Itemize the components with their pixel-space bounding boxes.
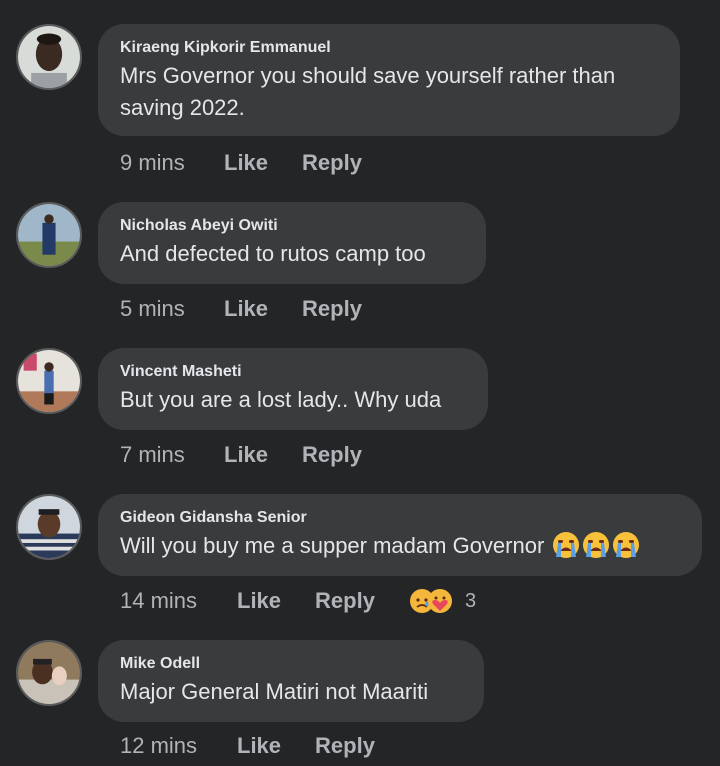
reaction-summary[interactable]: 3 [409,588,476,614]
comment-bubble: Kiraeng Kipkorir Emmanuel Mrs Governor y… [98,24,680,136]
reaction-count: 3 [464,589,477,612]
crying-face-icon [613,532,640,558]
like-button[interactable]: Like [237,588,281,614]
comment-bubble: Nicholas Abeyi Owiti And defected to rut… [98,202,486,284]
comment-author[interactable]: Vincent Masheti [120,362,466,382]
reply-button[interactable]: Reply [315,733,375,759]
comment-bubble: Mike Odell Major General Matiri not Maar… [98,640,484,722]
avatar[interactable] [16,494,82,560]
comment-author[interactable]: Kiraeng Kipkorir Emmanuel [120,38,658,58]
like-button[interactable]: Like [237,733,281,759]
comment-text-content: Will you buy me a supper madam Governor [120,533,545,558]
comment-actions: 12 mins Like Reply [120,733,375,759]
comment-text: Major General Matiri not Maariti [120,679,429,704]
comment-text: Mrs Governor you should save yourself ra… [120,63,616,120]
reply-button[interactable]: Reply [302,150,362,176]
reply-button[interactable]: Reply [315,588,375,614]
comment-timestamp[interactable]: 12 mins [120,733,237,759]
comment-actions: 14 mins Like Reply 3 [120,588,476,614]
like-button[interactable]: Like [224,296,268,322]
comment-text: But you are a lost lady.. Why uda [120,387,442,412]
reply-button[interactable]: Reply [302,442,362,468]
comment-bubble: Vincent Masheti But you are a lost lady.… [98,348,488,430]
comment-timestamp[interactable]: 9 mins [120,150,224,176]
avatar[interactable] [16,348,82,414]
comment-text: And defected to rutos camp too [120,241,426,266]
crying-face-icon [553,532,580,558]
comment-timestamp[interactable]: 14 mins [120,588,237,614]
like-button[interactable]: Like [224,150,268,176]
avatar[interactable] [16,24,82,90]
like-button[interactable]: Like [224,442,268,468]
care-reaction-icon [427,589,452,613]
comment-timestamp[interactable]: 5 mins [120,296,224,322]
comment-actions: 7 mins Like Reply [120,442,362,468]
comment-bubble: Gideon Gidansha Senior Will you buy me a… [98,494,702,576]
reply-button[interactable]: Reply [302,296,362,322]
comment-actions: 5 mins Like Reply [120,296,362,322]
comment-text: Will you buy me a supper madam Governor [120,530,680,562]
avatar[interactable] [16,640,82,706]
comment-author[interactable]: Mike Odell [120,654,462,674]
avatar[interactable] [16,202,82,268]
comment-timestamp[interactable]: 7 mins [120,442,224,468]
comment-actions: 9 mins Like Reply [120,150,362,176]
crying-face-icon [583,532,610,558]
comment-author[interactable]: Nicholas Abeyi Owiti [120,216,464,236]
comment-author[interactable]: Gideon Gidansha Senior [120,508,680,528]
